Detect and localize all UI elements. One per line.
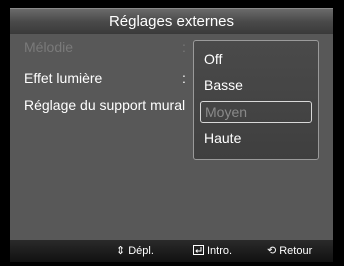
option-basse[interactable]: Basse [200, 74, 312, 96]
hint-return: ⟲ Retour [267, 240, 312, 262]
hint-return-label: Retour [279, 245, 313, 257]
menu-item-label: Réglage du support mural [24, 97, 186, 113]
menu-item-label: Mélodie [24, 39, 74, 55]
page-title: Réglages externes [10, 8, 333, 34]
footer-hints: ⇕ Dépl. Intro. ⟲ Retour [10, 240, 333, 262]
hint-enter: Intro. [193, 240, 232, 262]
menu-item-reglage-support-mural[interactable]: Réglage du support mural [24, 94, 185, 116]
hint-enter-label: Intro. [207, 245, 233, 257]
hint-move: ⇕ Dépl. [116, 240, 154, 262]
option-off[interactable]: Off [200, 48, 312, 70]
enter-icon [193, 240, 204, 262]
menu-item-label: Effet lumière [24, 70, 103, 86]
option-dropdown[interactable]: Off Basse Moyen Haute [193, 40, 319, 160]
return-icon: ⟲ [267, 245, 277, 257]
menu-item-effet-lumiere[interactable]: Effet lumière : [24, 67, 186, 89]
settings-panel: Mélodie : Effet lumière : Réglage du sup… [10, 34, 333, 240]
separator-colon: : [182, 70, 186, 86]
option-haute[interactable]: Haute [200, 127, 312, 149]
hint-move-label: Dépl. [128, 245, 154, 257]
separator-colon: : [182, 39, 186, 55]
tv-osd-screen: Réglages externes Mélodie : Effet lumièr… [0, 0, 344, 266]
updown-arrows-icon: ⇕ [116, 245, 126, 257]
menu-item-melodie[interactable]: Mélodie : [24, 36, 186, 58]
option-moyen[interactable]: Moyen [200, 101, 312, 123]
